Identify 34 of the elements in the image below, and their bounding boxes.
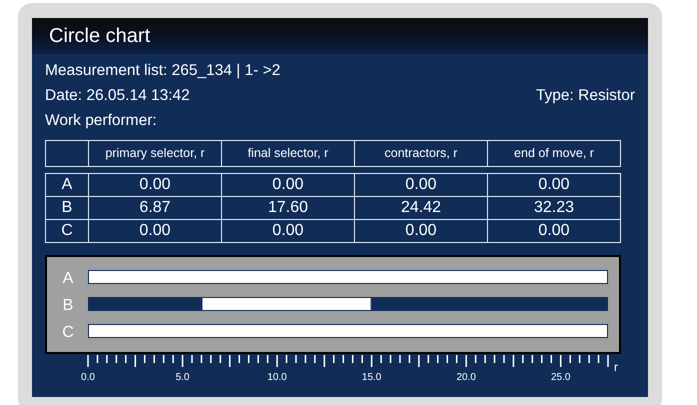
column-header: primary selector, r xyxy=(88,140,222,166)
type-text: Type: Resistor xyxy=(536,86,635,106)
tick-label: 0.0 xyxy=(81,372,95,383)
tick-label: 15.0 xyxy=(362,372,382,383)
table-cell: 32.23 xyxy=(488,196,620,220)
row-label: A xyxy=(46,174,88,196)
work-performer-label: Work performer: xyxy=(45,112,157,129)
column-header: contractors, r xyxy=(354,140,488,166)
row-label: C xyxy=(46,220,88,242)
tick-label: 20.0 xyxy=(456,372,476,383)
date-text: Date: 26.05.14 13:42 xyxy=(45,86,190,106)
table-cell: 6.87 xyxy=(88,196,222,220)
table-cell: 0.00 xyxy=(488,220,620,242)
tick-label: 25.0 xyxy=(551,372,570,383)
tick-label: 5.0 xyxy=(176,372,190,383)
table-cell: 0.00 xyxy=(88,220,222,242)
table-cell: 0.00 xyxy=(222,220,354,242)
category-label: C xyxy=(62,324,74,341)
window-title: Circle chart xyxy=(49,24,150,49)
tick-label: 10.0 xyxy=(267,372,287,383)
column-header: end of move, r xyxy=(488,140,620,166)
measurement-list-text: Measurement list: 265_134 | 1- >2 xyxy=(45,62,280,79)
table-cell: 0.00 xyxy=(222,174,354,196)
column-header: final selector, r xyxy=(222,140,354,166)
axis-label: r xyxy=(614,360,618,374)
table-cell: 17.60 xyxy=(222,196,354,220)
table-cell: 0.00 xyxy=(488,174,620,196)
category-label: B xyxy=(62,297,74,314)
table-cell: 0.00 xyxy=(88,174,222,196)
row-label: B xyxy=(46,196,88,220)
table-cell: 0.00 xyxy=(354,220,488,242)
category-label: A xyxy=(62,270,74,287)
table-cell: 0.00 xyxy=(354,174,488,196)
table-cell: 24.42 xyxy=(354,196,488,220)
